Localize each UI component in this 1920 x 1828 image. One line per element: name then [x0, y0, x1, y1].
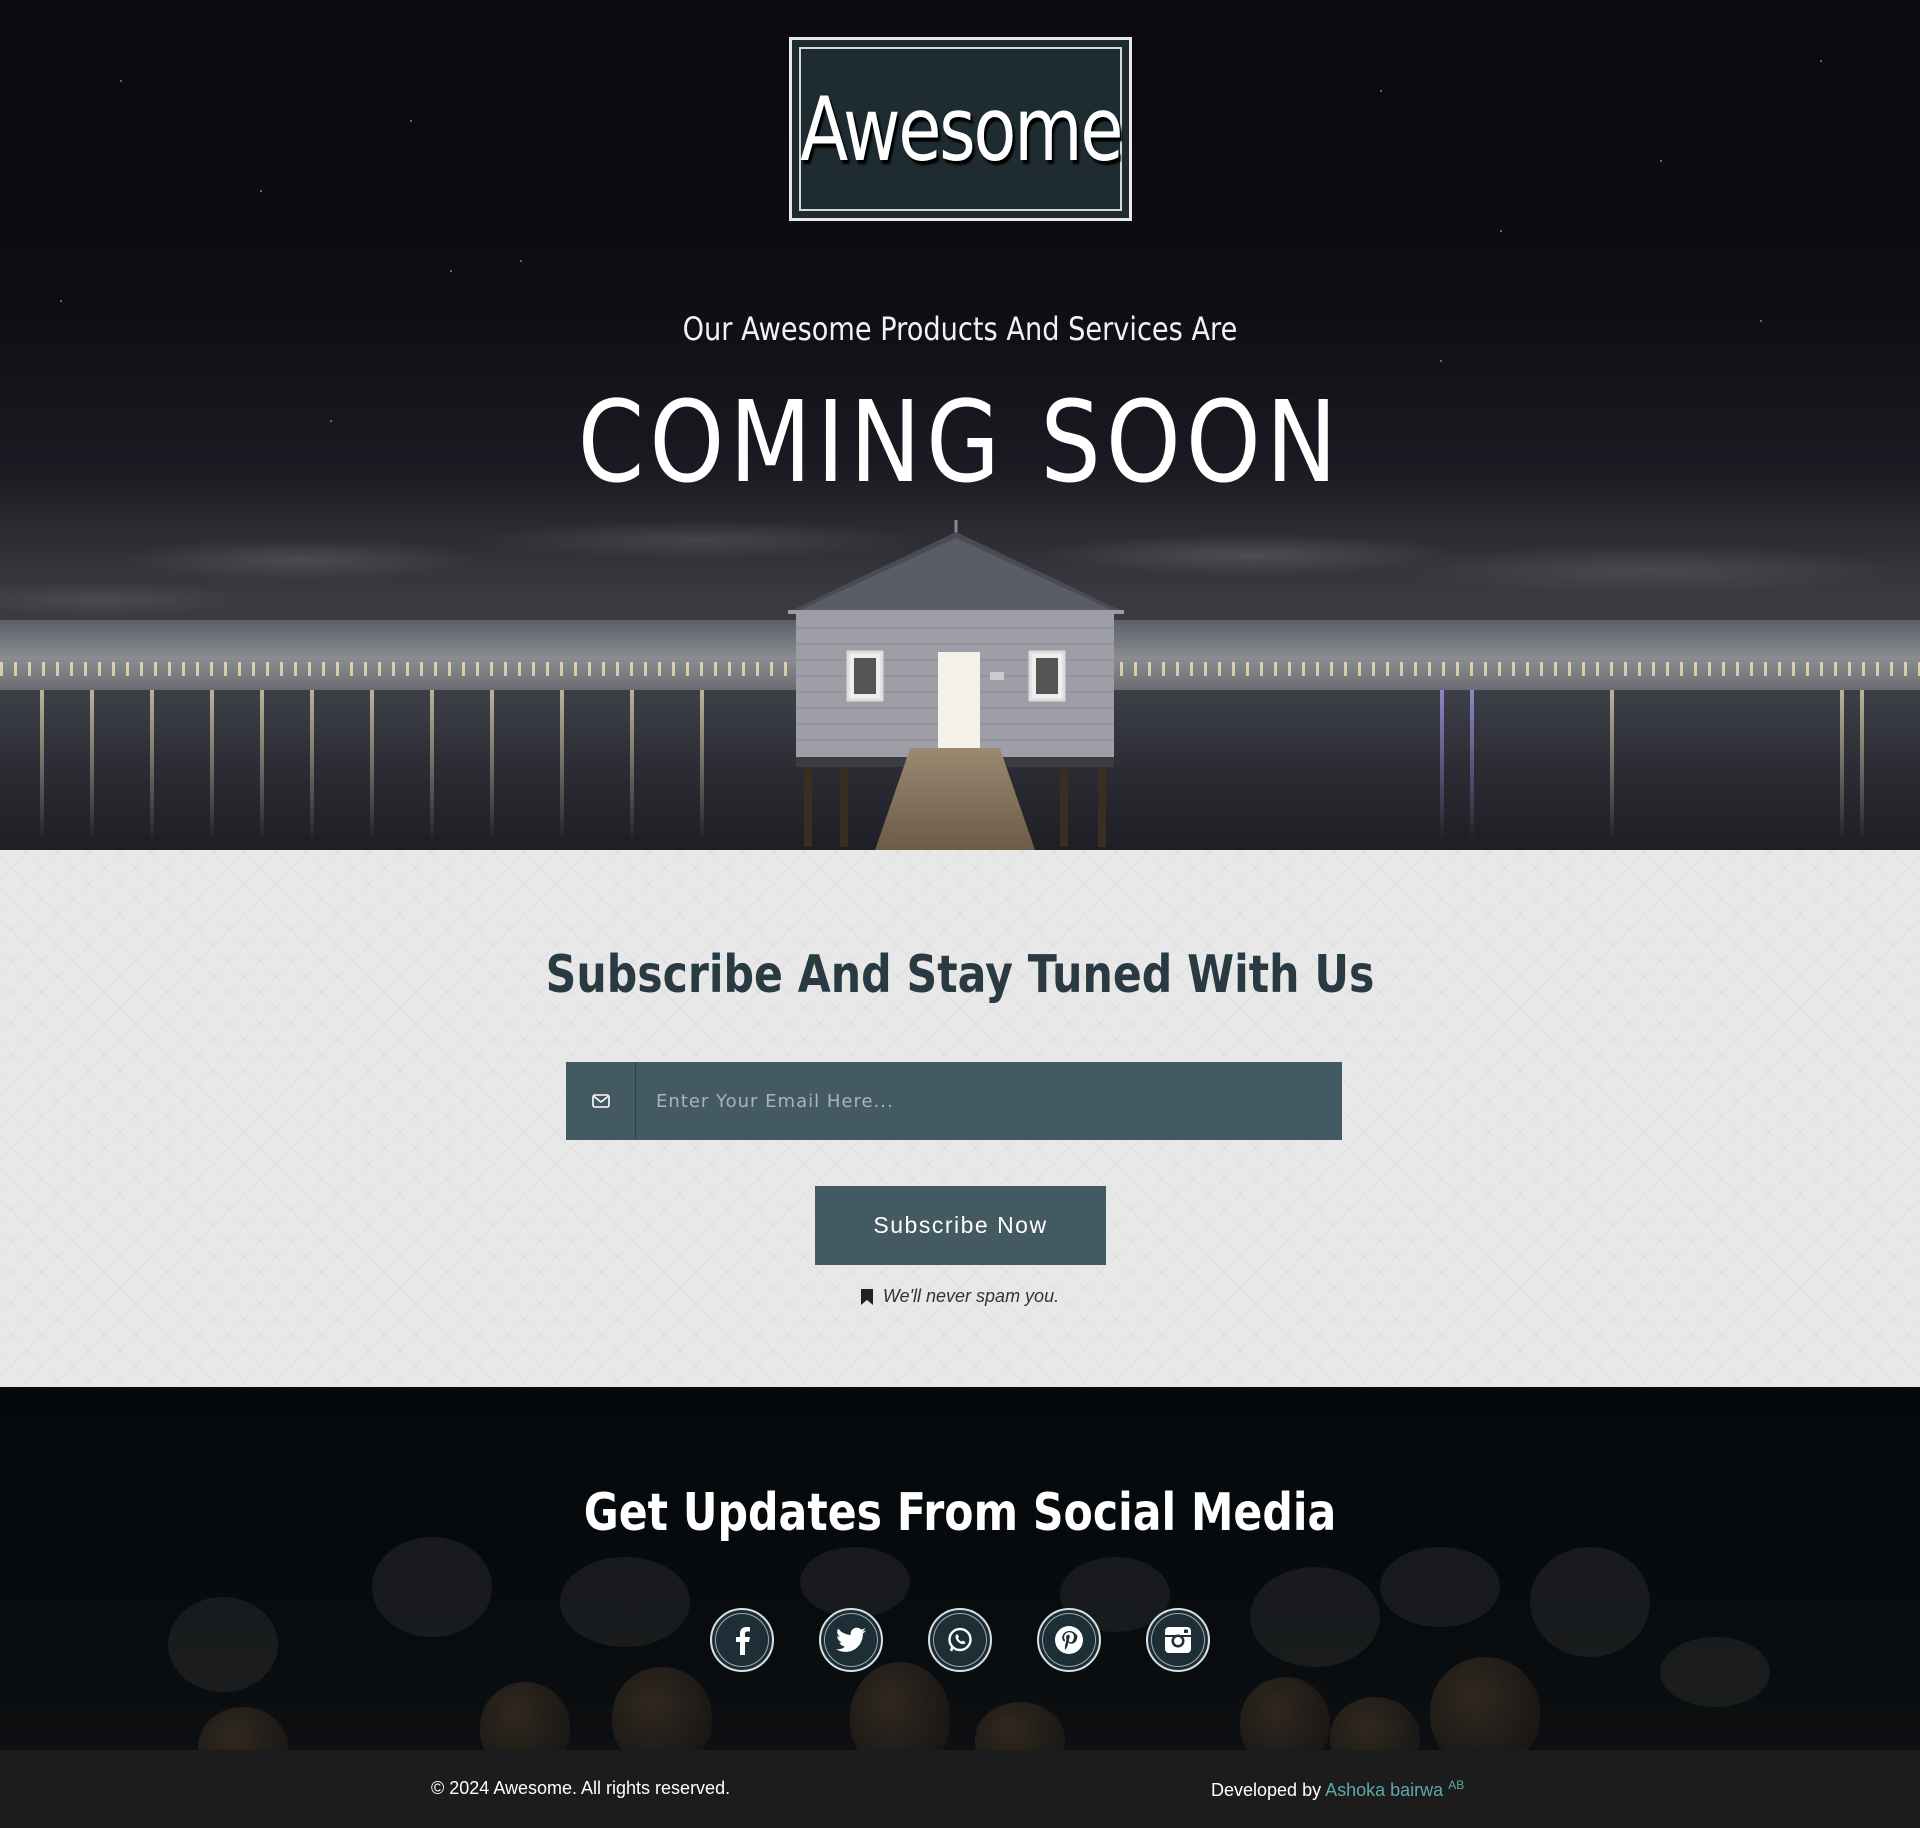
spam-note: We'll never spam you. [0, 1286, 1920, 1307]
pinterest-icon[interactable] [1037, 1608, 1101, 1672]
copyright: © 2024 Awesome. All rights reserved. [431, 1778, 731, 1798]
subscribe-button[interactable]: Subscribe Now [815, 1186, 1106, 1265]
logo-text: Awesome [799, 77, 1123, 181]
envelope-icon [566, 1062, 636, 1140]
instagram-icon[interactable] [1146, 1608, 1210, 1672]
spam-note-text: We'll never spam you. [882, 1286, 1060, 1306]
social-section: Get Updates From Social Media [0, 1387, 1920, 1750]
subscribe-section: Subscribe And Stay Tuned With Us Subscri… [0, 850, 1920, 1387]
developed-by-label: Developed by [1211, 1780, 1322, 1800]
social-title: Get Updates From Social Media [583, 1483, 1337, 1543]
email-input-group [566, 1062, 1342, 1140]
developer-credit: Developed by Ashoka bairwa AB [1211, 1778, 1464, 1801]
hero-section: Awesome Our Awesome Products And Service… [0, 0, 1920, 850]
whatsapp-icon[interactable] [928, 1608, 992, 1672]
site-logo[interactable]: Awesome [789, 37, 1132, 221]
developer-link[interactable]: Ashoka bairwa [1325, 1780, 1443, 1800]
email-input[interactable] [636, 1062, 1342, 1140]
footer: © 2024 Awesome. All rights reserved. Dev… [0, 1750, 1920, 1828]
facebook-icon[interactable] [710, 1608, 774, 1672]
subscribe-title: Subscribe And Stay Tuned With Us [545, 945, 1375, 1005]
twitter-icon[interactable] [819, 1608, 883, 1672]
hero-title: COMING SOON [577, 378, 1343, 508]
hero-subtitle: Our Awesome Products And Services Are [682, 310, 1238, 348]
social-links [0, 1608, 1920, 1672]
developer-badge: AB [1448, 1778, 1465, 1792]
bookmark-icon [860, 1288, 873, 1305]
